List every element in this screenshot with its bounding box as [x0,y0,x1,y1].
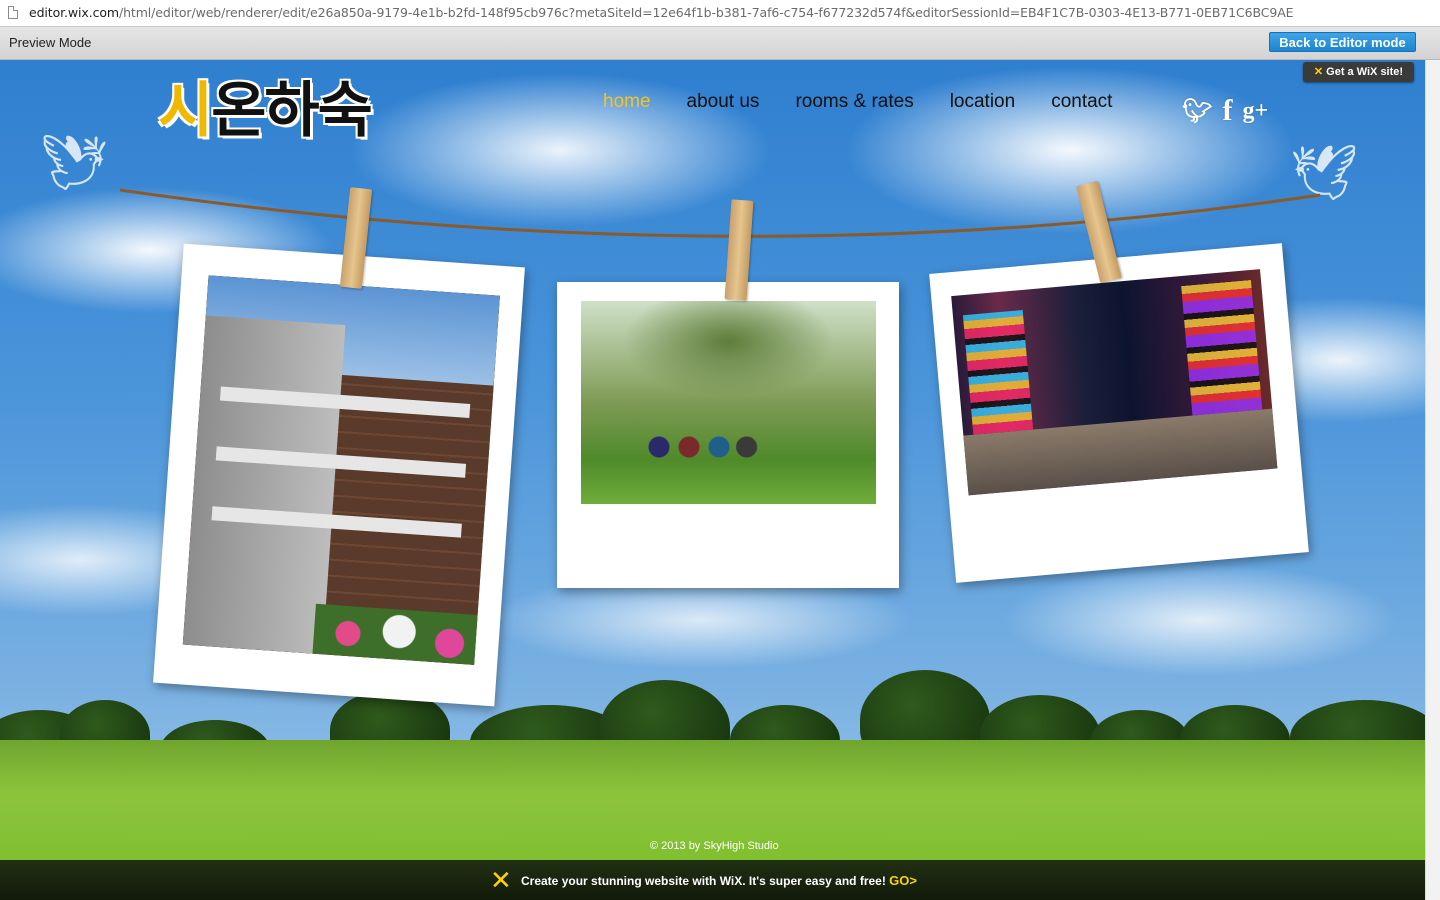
wix-go-link[interactable]: GO> [889,873,917,888]
polaroid-street[interactable] [929,243,1309,583]
polaroid-park[interactable] [557,282,899,588]
url-host: editor.wix.com [29,5,119,20]
polaroid-building[interactable] [153,243,525,707]
vertical-scrollbar[interactable] [1425,60,1440,900]
street-photo [951,269,1278,496]
url-path: /html/editor/web/renderer/edit/e26a850a-… [118,5,1294,20]
url-field[interactable]: editor.wix.com/html/editor/web/renderer/… [29,5,1294,20]
wix-promo-banner[interactable]: ✕ Create your stunning website with WiX.… [0,860,1425,900]
wix-logo-icon: ✕ [490,866,512,896]
page-icon [8,6,18,19]
back-to-editor-button[interactable]: Back to Editor mode [1269,32,1416,52]
copyright-text: © 2013 by SkyHigh Studio [650,840,779,852]
preview-mode-label: Preview Mode [9,35,92,50]
wix-promo-message: Create your stunning website with WiX. I… [521,874,886,888]
site-canvas: 시온하숙 ✕ Get a WiX site! home about us room… [0,60,1425,900]
building-photo [182,275,500,665]
park-photo [581,301,876,504]
wix-promo-text: Create your stunning website with WiX. I… [521,873,917,888]
browser-url-bar: editor.wix.com/html/editor/web/renderer/… [0,0,1440,27]
preview-bar: Preview Mode Back to Editor mode [0,27,1440,60]
